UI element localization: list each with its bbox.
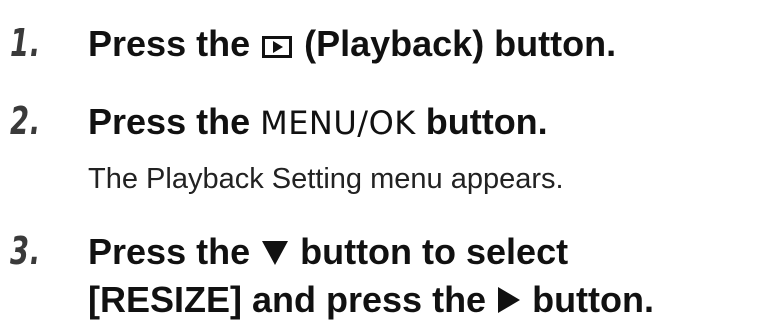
step-number: 2. [10, 99, 41, 143]
instruction-text: Press the [88, 23, 261, 64]
right-arrow-icon [498, 287, 521, 313]
instruction-text: button. [522, 279, 655, 320]
step-instruction-continued: [RESIZE] and press the button. [88, 282, 654, 318]
step-number: 3. [10, 229, 41, 273]
step-number: 1. [10, 21, 41, 65]
instruction-text: (Playback) button. [294, 23, 617, 64]
step-instruction: Press the button to select [88, 234, 568, 270]
step-note: The Playback Setting menu appears. [88, 163, 564, 195]
instruction-text: Press the [88, 231, 261, 272]
step-instruction: Press the (Playback) button. [88, 26, 616, 62]
instruction-text: button. [415, 101, 548, 142]
instruction-text: [RESIZE] and press the [88, 279, 497, 320]
down-arrow-icon [262, 241, 289, 265]
instruction-text: button to select [290, 231, 569, 272]
playback-icon [262, 36, 293, 58]
menu-ok-key-label: MENU/OK [260, 104, 416, 142]
instruction-text: Press the [88, 101, 261, 142]
step-instruction: Press the MENU/OK button. [88, 104, 548, 140]
